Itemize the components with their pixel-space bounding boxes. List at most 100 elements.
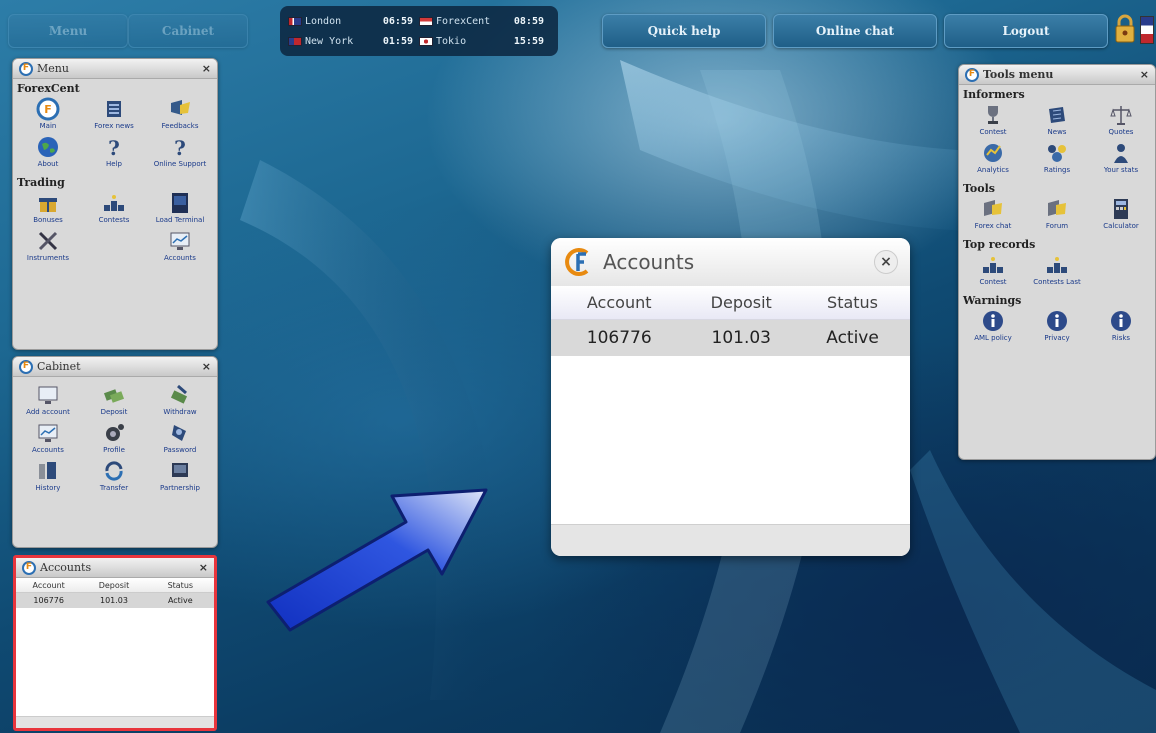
tools-item-ratings[interactable]: Ratings [1025,141,1089,179]
menu-item-feedbacks[interactable]: Feedbacks [147,97,213,135]
account-cell: 106776 [33,596,64,605]
uk-flag-icon [288,16,302,26]
menu-item-load-terminal[interactable]: Load Terminal [147,191,213,229]
menu-item-online-support[interactable]: ? Online Support [147,135,213,173]
clock-time: 08:59 [513,15,544,27]
cabinet-item-password[interactable]: Password [147,421,213,459]
tools-item-quotes[interactable]: Quotes [1089,103,1153,141]
menu-item-main[interactable]: F Main [15,97,81,135]
tools-item-analytics[interactable]: Analytics [961,141,1025,179]
cabinet-item-history[interactable]: History [15,459,81,497]
menu-panel-close-button[interactable]: × [202,62,211,75]
section-title-tools: Tools [963,182,995,195]
tools-item-top-contest[interactable]: Contest [961,253,1025,291]
tools-item-label: Risks [1111,334,1131,342]
language-flag-icon[interactable] [1140,16,1154,44]
menu-panel: F Menu × ForexCent F Main Forex news Fee… [12,58,218,350]
menu-item-help[interactable]: ? Help [81,135,147,173]
column-header-account: Account [32,580,65,590]
quick-help-button[interactable]: Quick help [602,14,766,48]
clock-time: 01:59 [382,35,413,47]
contest-icon [1044,253,1070,277]
cabinet-item-partnership[interactable]: Partnership [147,459,213,497]
tools-item-aml-policy[interactable]: AML policy [961,309,1025,347]
tools-item-contest[interactable]: Contest [961,103,1025,141]
tools-item-label: Contest [979,278,1007,286]
section-title-trading: Trading [17,176,65,189]
tools-item-your-stats[interactable]: Your stats [1089,141,1153,179]
cabinet-item-label: Deposit [100,408,128,416]
tools-item-privacy[interactable]: Privacy [1025,309,1089,347]
forexcent-logo-icon: F [22,560,36,575]
accounts-icon [35,421,61,445]
menu-item-label: Online Support [153,160,207,168]
menu-item-contests[interactable]: Contests [81,191,147,229]
accounts-dialog-footer [551,524,910,556]
menu-top-button[interactable]: Menu [8,14,128,48]
terminal-icon [167,191,193,215]
tools-panel-header[interactable]: F Tools menu × [959,65,1155,85]
logout-button[interactable]: Logout [944,14,1108,48]
scales-icon [1108,103,1134,127]
column-header-account: Account [586,293,652,312]
tools-item-label: Privacy [1044,334,1070,342]
tools-item-label: Forum [1045,222,1069,230]
cabinet-item-label: Accounts [32,446,64,454]
cabinet-item-label: History [35,484,61,492]
tools-item-news[interactable]: News [1025,103,1089,141]
clock-city: New York [305,35,354,47]
cabinet-item-label: Add account [26,408,70,416]
online-chat-label: Online chat [815,24,895,38]
tools-menu-panel: F Tools menu × Informers Contest News Qu… [958,64,1156,460]
menu-item-forex-news[interactable]: Forex news [81,97,147,135]
accounts-panel-mini: F Accounts × Account Deposit Status 1067… [13,555,217,731]
deposit-cell: 101.03 [711,328,771,348]
accounts-mini-header[interactable]: F Accounts × [16,558,214,578]
tools-item-contests-last[interactable]: Contests Last [1025,253,1089,291]
accounts-mini-close-button[interactable]: × [199,561,208,574]
info-icon [1108,309,1134,333]
menu-item-label: Main [39,122,57,130]
cabinet-item-profile[interactable]: Profile [81,421,147,459]
menu-panel-header[interactable]: F Menu × [13,59,217,79]
tools-item-label: Analytics [977,166,1009,174]
tools-item-risks[interactable]: Risks [1089,309,1153,347]
table-row[interactable]: 106776 101.03 Active [16,593,214,608]
menu-item-label: Load Terminal [155,216,205,224]
clock-city: London [305,15,342,27]
cabinet-item-deposit[interactable]: Deposit [81,383,147,421]
tools-item-label: Quotes [1108,128,1134,136]
tools-icon [35,229,61,253]
cabinet-item-label: Transfer [99,484,129,492]
menu-item-accounts[interactable]: Accounts [147,229,213,267]
cabinet-item-withdraw[interactable]: Withdraw [147,383,213,421]
tools-panel-close-button[interactable]: × [1140,68,1149,81]
cabinet-item-transfer[interactable]: Transfer [81,459,147,497]
table-row[interactable]: 106776 101.03 Active [551,320,910,356]
analytics-icon [980,141,1006,165]
tools-item-forum[interactable]: Forum [1025,197,1089,235]
profile-icon [101,421,127,445]
menu-item-bonuses[interactable]: Bonuses [15,191,81,229]
cabinet-panel-header[interactable]: F Cabinet × [13,357,217,377]
menu-item-about[interactable]: About [15,135,81,173]
online-chat-button[interactable]: Online chat [773,14,937,48]
tools-item-calculator[interactable]: Calculator [1089,197,1153,235]
news-icon [101,97,127,121]
menu-item-blank [81,229,147,267]
accounts-dialog-close-button[interactable]: × [874,250,898,274]
lock-icon[interactable] [1114,14,1136,44]
cabinet-item-label: Partnership [160,484,200,492]
trophy-icon [980,103,1006,127]
globe-icon [35,135,61,159]
cabinet-item-accounts[interactable]: Accounts [15,421,81,459]
clock-city: Tokio [436,35,467,47]
cabinet-item-add-account[interactable]: Add account [15,383,81,421]
cabinet-panel-close-button[interactable]: × [202,360,211,373]
cabinet-top-button[interactable]: Cabinet [128,14,248,48]
forexcent-logo-icon: F [19,359,33,374]
accounts-dialog-header[interactable]: Accounts × [551,238,910,286]
tools-item-forex-chat[interactable]: Forex chat [961,197,1025,235]
menu-panel-title: Menu [37,62,69,75]
menu-item-instruments[interactable]: Instruments [15,229,81,267]
